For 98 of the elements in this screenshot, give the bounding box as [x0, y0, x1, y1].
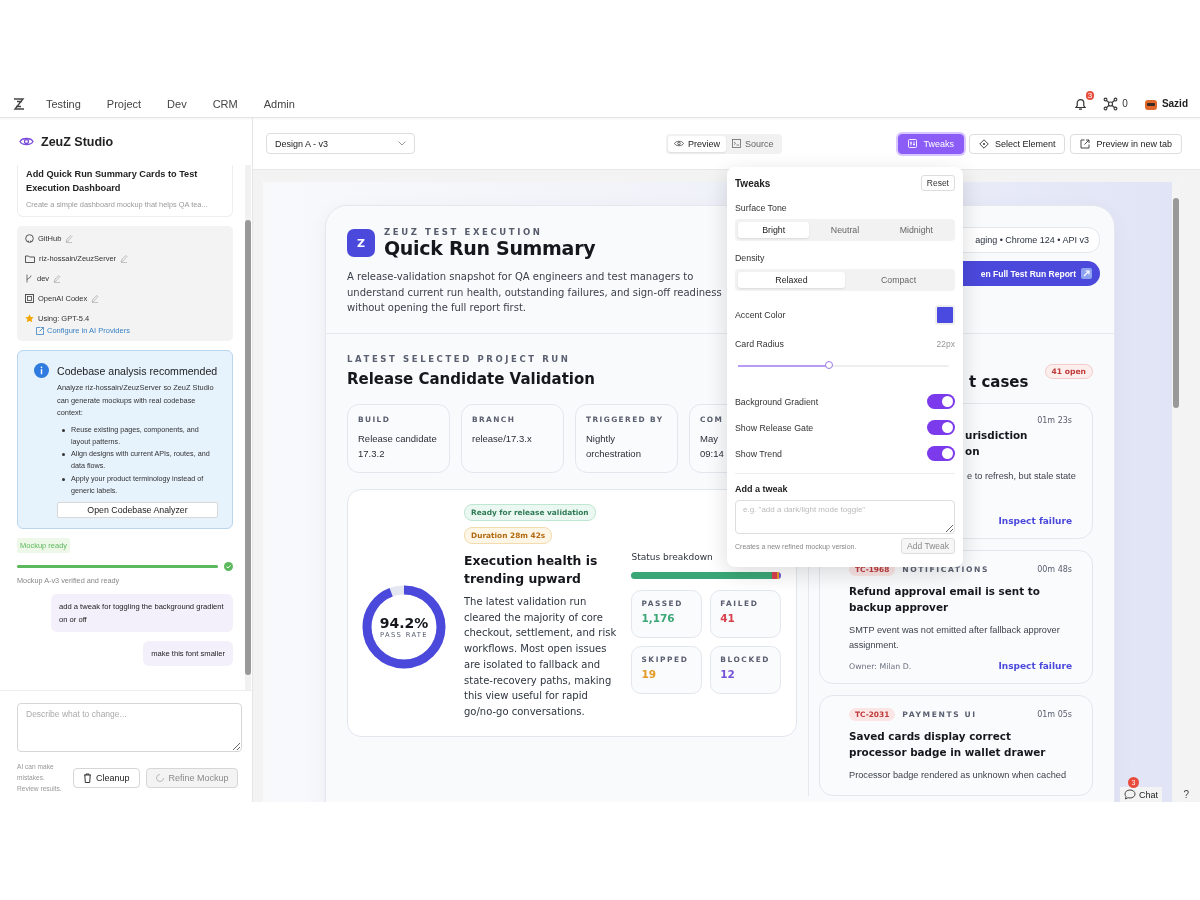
trash-icon — [83, 772, 92, 783]
setting-label: Accent Color — [735, 310, 786, 320]
run-title: Release Candidate Validation — [347, 370, 595, 388]
setting-label: Show Trend — [735, 448, 782, 459]
user-name[interactable]: Sazid — [1161, 98, 1188, 109]
terminal-icon — [732, 139, 741, 148]
eye-icon — [674, 140, 684, 147]
case-duration: 01m 05s — [1037, 710, 1072, 719]
prompt-field[interactable]: Describe what to change... — [17, 703, 242, 752]
setting-label: Surface Tone — [735, 203, 788, 213]
bullet-icon — [62, 477, 65, 481]
branch-icon — [25, 274, 33, 283]
source-tab[interactable]: Source — [726, 135, 780, 152]
sliders-icon — [908, 139, 918, 148]
task-title: Add Quick Run Summary Cards to Test Execution Dashboard — [26, 168, 199, 195]
stat-value: 41 — [720, 612, 736, 624]
meta-value: Release candidate 17.3.2 — [358, 432, 438, 461]
check-icon — [224, 562, 233, 572]
folder-icon — [25, 254, 35, 263]
color-swatch[interactable] — [935, 305, 955, 325]
case-description: SMTP event was not emitted after fallback approver assignment. — [849, 624, 1061, 652]
inspect-link[interactable]: Inspect failure — [998, 516, 1072, 526]
case-description: e to refresh, but stale state — [967, 470, 1077, 483]
analyzer-button[interactable]: Open Codebase Analyzer — [57, 502, 218, 519]
radius-value: 22px — [936, 339, 955, 349]
setting-label: Card Radius — [735, 339, 784, 349]
reset-button[interactable]: Reset — [920, 175, 955, 191]
bullet-icon — [62, 428, 65, 432]
page-description: A release-validation snapshot for QA engineers and test managers to understand current run health, outstanding failures, and sign-off readiness without opening the full report first. — [347, 270, 723, 315]
design-select[interactable]: Design A - v3 — [266, 133, 415, 154]
bullet-icon — [62, 453, 65, 457]
external-link-icon — [36, 326, 44, 335]
preview-tab[interactable]: Preview — [668, 135, 726, 152]
toggle-switch[interactable] — [927, 446, 955, 461]
setting-label: Density — [735, 253, 766, 263]
notification-badge: 3 — [1085, 90, 1095, 100]
select-element-button[interactable]: Select Element — [968, 133, 1066, 154]
logo-icon[interactable] — [12, 96, 26, 111]
toggle-switch[interactable] — [927, 394, 955, 409]
add-tweak-title: Add a tweak — [735, 484, 789, 494]
case-duration: 01m 23s — [1037, 416, 1072, 425]
scrollbar[interactable] — [245, 165, 251, 690]
case-title: on — [965, 443, 981, 459]
refresh-icon — [154, 772, 165, 783]
target-icon — [978, 138, 989, 149]
toggle-switch[interactable] — [927, 420, 955, 435]
case-title: Refund approval email is sent to backup approver — [849, 584, 1041, 615]
page-title: Quick Run Summary — [384, 237, 596, 259]
external-link-icon — [1081, 268, 1092, 279]
connection-count: 0 — [1122, 98, 1128, 109]
nav-link[interactable]: Testing — [46, 97, 81, 110]
density-option[interactable]: Relaxed — [738, 272, 845, 288]
eyebrow-label: ZEUZ TEST EXECUTION — [384, 227, 544, 237]
setting-label: Background Gradient — [735, 396, 819, 407]
tone-option[interactable]: Bright — [738, 222, 810, 238]
health-headline: Execution health is trending upward — [464, 552, 599, 588]
case-duration: 00m 48s — [1037, 565, 1072, 574]
breakdown-title: Status breakdown — [631, 552, 714, 562]
github-icon — [25, 234, 34, 243]
stat-value: 12 — [720, 668, 736, 680]
chat-button[interactable]: Chat — [1120, 787, 1162, 802]
external-link-icon — [1080, 138, 1091, 149]
tone-option[interactable]: Neutral — [809, 222, 881, 238]
bell-icon[interactable] — [1074, 96, 1088, 111]
caret-icon — [398, 141, 406, 146]
setting-label: Show Release Gate — [735, 422, 814, 433]
stat-value: 1,176 — [641, 612, 676, 624]
cleanup-button[interactable]: Cleanup — [73, 767, 140, 788]
case-description: Processor badge rendered as unknown when cached — [849, 769, 1068, 782]
inspect-link[interactable]: Inspect failure — [998, 661, 1072, 671]
meta-value: May 09:14 — [700, 432, 724, 461]
cases-title: t cases — [969, 373, 1029, 391]
nav-link[interactable]: Project — [106, 97, 142, 110]
health-summary: The latest validation run cleared the majority of core checkout, settlement, and risk workflows. Most open issues are isolated to fallback and state-recovery paths, making this view useful for rapid go/no-go conversations. — [464, 595, 618, 719]
case-title: Saved cards display correct processor badge in wallet drawer — [849, 729, 1047, 760]
panel-title: Tweaks — [735, 177, 771, 189]
density-option[interactable]: Compact — [845, 272, 952, 288]
help-button[interactable]: ? — [1180, 787, 1192, 802]
chat-icon — [1124, 789, 1136, 800]
nav-link[interactable]: Admin — [263, 97, 295, 110]
chip-icon — [25, 294, 34, 303]
section-label: LATEST SELECTED PROJECT RUN — [347, 354, 572, 364]
eye-icon — [19, 136, 34, 147]
stat-value: 19 — [641, 668, 658, 680]
case-title: urisdiction — [965, 428, 1029, 443]
nav-link[interactable]: Dev — [167, 97, 187, 110]
star-icon — [25, 314, 34, 323]
notice-title: Codebase analysis recommended — [57, 364, 218, 377]
nav-link[interactable]: CRM — [212, 97, 238, 110]
studio-title: ZeuZ Studio — [41, 134, 114, 149]
network-icon[interactable] — [1103, 96, 1119, 111]
meta-value: Nightly orchestration — [586, 432, 642, 461]
tweaks-button[interactable]: Tweaks — [898, 133, 964, 154]
new-tab-button[interactable]: Preview in new tab — [1070, 133, 1182, 154]
meta-value: release/17.3.x — [472, 432, 533, 446]
logo-badge: Z — [347, 229, 375, 257]
pass-rate-value: 94.2% — [379, 615, 429, 631]
info-icon — [34, 363, 49, 378]
